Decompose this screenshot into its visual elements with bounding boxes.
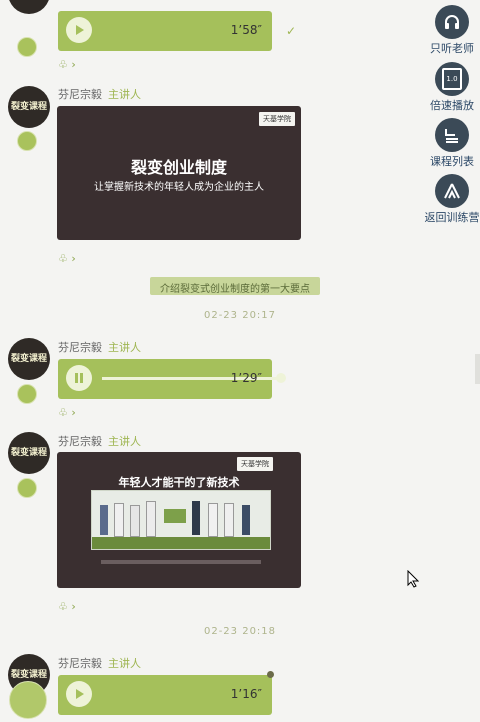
slide-title: 裂变创业制度 (130, 158, 227, 177)
speaker-name: 芬尼宗毅 (58, 88, 102, 101)
playback-speed-label: 倍速播放 (430, 99, 474, 112)
avatar-badge (17, 37, 37, 57)
speaker-line: 芬尼宗毅 主讲人 (58, 655, 141, 671)
voice-duration: 1’29″ (230, 371, 262, 385)
play-icon[interactable] (66, 681, 92, 707)
avatar-text: 裂变课程 (10, 102, 47, 112)
reaction-icon[interactable]: ♧ › (58, 252, 76, 265)
slide-logo: 天基学院 (259, 112, 295, 126)
avatar[interactable]: 裂变课程 (8, 86, 50, 128)
timestamp: 02-23 20:17 (203, 310, 277, 321)
scroll-indicator[interactable] (475, 354, 480, 384)
back-to-camp-button[interactable]: 返回训练营 (422, 174, 480, 225)
group-photo (91, 490, 271, 550)
avatar-text: 裂变课程 (10, 448, 47, 458)
read-check-icon: ✓ (286, 24, 297, 38)
avatar[interactable]: 裂变课程 (8, 0, 50, 14)
speaker-role: 主讲人 (108, 341, 141, 354)
avatar-text: 裂变课程 (10, 670, 47, 680)
slide-image[interactable]: 天基学院 裂变创业制度 让掌握新技术的年轻人成为企业的主人 (57, 106, 301, 240)
avatar-badge (17, 131, 37, 151)
listen-teacher-only-button[interactable]: 只听老师 (422, 5, 480, 56)
playback-speed-button[interactable]: 1.0 倍速播放 (422, 62, 480, 113)
voice-message[interactable]: 1’16″ (58, 675, 272, 715)
voice-duration: 1’58″ (230, 23, 262, 37)
play-icon[interactable] (66, 17, 92, 43)
notice-text: 介绍裂变式创业制度的第一大要点 (160, 284, 310, 295)
course-list-label: 课程列表 (430, 155, 474, 168)
cursor-icon (407, 569, 420, 592)
slide-logo: 天基学院 (237, 457, 273, 471)
list-icon (435, 118, 469, 152)
pause-icon[interactable] (66, 365, 92, 391)
speaker-name: 芬尼宗毅 (58, 435, 102, 448)
avatar-badge (9, 681, 47, 719)
headphones-icon (435, 5, 469, 39)
reaction-icon[interactable]: ♧ › (58, 406, 76, 419)
voice-message[interactable]: 1’29″ (58, 359, 286, 399)
back-to-camp-label: 返回训练营 (424, 211, 480, 224)
reaction-icon[interactable]: ♧ › (58, 600, 76, 613)
speaker-line: 芬尼宗毅 主讲人 (58, 86, 141, 102)
avatar-text: 裂变课程 (10, 354, 47, 364)
voice-message[interactable]: 1’58″ (58, 11, 272, 51)
voice-duration: 1’16″ (230, 687, 262, 701)
speed-value: 1.0 (442, 68, 462, 90)
speaker-line: 芬尼宗毅 主讲人 (58, 339, 141, 355)
reaction-icon[interactable]: ♧ › (58, 58, 76, 71)
slide-image[interactable]: 天基学院 年轻人才能干的了新技术 (57, 452, 301, 588)
slide-title: 年轻人才能干的了新技术 (118, 476, 240, 489)
avatar[interactable]: 裂变课程 (8, 432, 50, 474)
speaker-line: 芬尼宗毅 主讲人 (58, 433, 141, 449)
avatar[interactable]: 裂变课程 (8, 338, 50, 380)
avatar-badge (17, 478, 37, 498)
speaker-role: 主讲人 (108, 435, 141, 448)
speaker-name: 芬尼宗毅 (58, 341, 102, 354)
slide-subtitle: 让掌握新技术的年轻人成为企业的主人 (94, 182, 264, 193)
avatar-badge (17, 384, 37, 404)
listen-teacher-only-label: 只听老师 (430, 42, 474, 55)
voice-progress-knob[interactable] (276, 373, 286, 383)
speaker-role: 主讲人 (108, 88, 141, 101)
speaker-role: 主讲人 (108, 657, 141, 670)
tent-icon (435, 174, 469, 208)
course-list-button[interactable]: 课程列表 (422, 118, 480, 169)
timestamp: 02-23 20:18 (203, 626, 277, 637)
unread-dot (267, 671, 274, 678)
speaker-name: 芬尼宗毅 (58, 657, 102, 670)
speed-icon: 1.0 (435, 62, 469, 96)
slide-caption-line (101, 560, 261, 564)
